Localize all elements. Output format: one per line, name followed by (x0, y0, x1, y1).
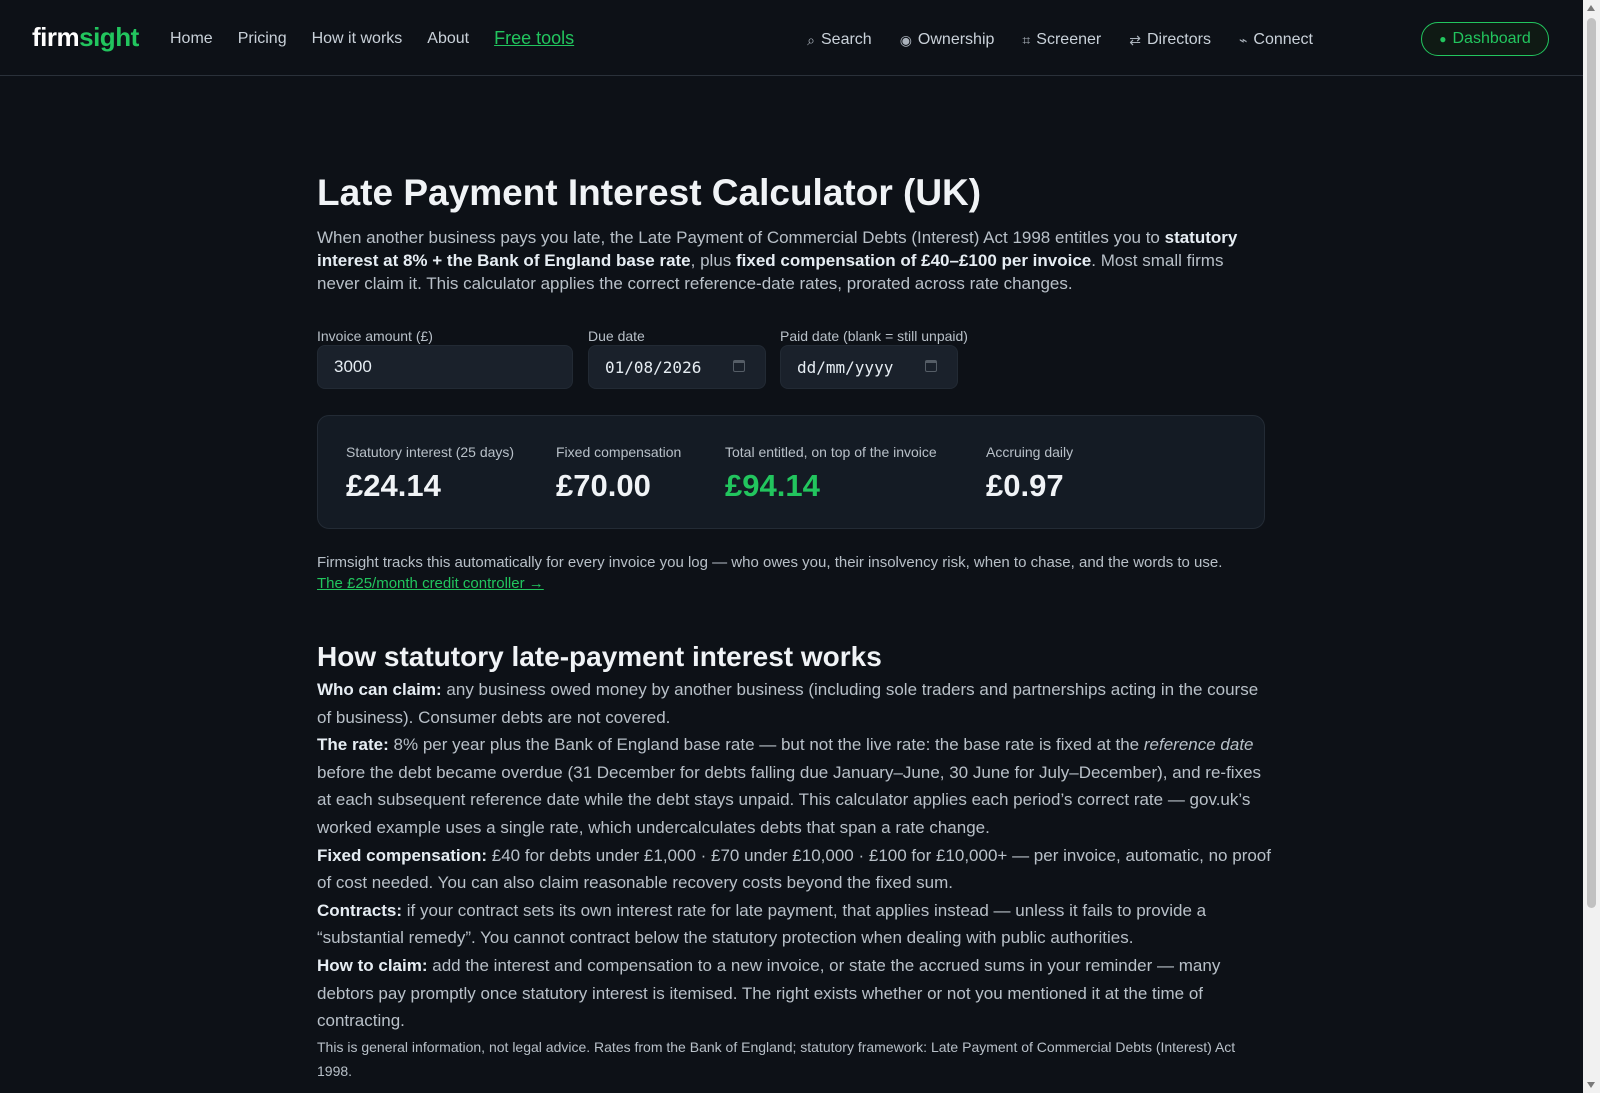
directors-icon: ⇄ (1129, 31, 1141, 48)
due-date-label: Due date (588, 328, 645, 344)
logo[interactable]: firmsight (32, 22, 139, 53)
statutory-interest-stat: Statutory interest (25 days) £24.14 (346, 444, 515, 503)
nav-search[interactable]: ⌕ Search (807, 31, 872, 49)
screener-icon: ⌗ (1022, 31, 1031, 48)
top-nav: firmsight Home Pricing How it works Abou… (0, 0, 1583, 76)
results-panel: Statutory interest (25 days) £24.14 Fixe… (317, 415, 1265, 529)
the-rate: The rate: 8% per year plus the Bank of E… (317, 735, 1262, 837)
scroll-down-arrow-icon[interactable] (1587, 1082, 1595, 1088)
search-icon: ⌕ (807, 31, 815, 48)
accruing-daily-stat: Accruing daily £0.97 (986, 444, 1074, 503)
page-title: Late Payment Interest Calculator (UK) (317, 172, 982, 213)
who-can-claim: Who can claim: any business owed money b… (317, 680, 1259, 727)
scrollbar-thumb[interactable] (1587, 18, 1596, 908)
promo-text: Firmsight tracks this automatically for … (317, 554, 1223, 592)
nav-link-free-tools[interactable]: Free tools (494, 28, 574, 49)
disclaimer: This is general information, not legal a… (317, 1038, 1236, 1079)
nav-link-how-it-works[interactable]: How it works (312, 30, 403, 51)
how-to-claim: How to claim: add the interest and compe… (317, 955, 1221, 1031)
nav-link-about[interactable]: About (427, 30, 469, 51)
credit-controller-link[interactable]: The £25/month credit controller → (317, 575, 544, 592)
scrollbar[interactable] (1583, 0, 1600, 1093)
total-entitled-stat: Total entitled, on top of the invoice £9… (725, 444, 937, 503)
how-it-works-body: Who can claim: any business owed money b… (317, 676, 1272, 1083)
dashboard-button[interactable]: ● Dashboard (1421, 22, 1549, 56)
section-heading: How statutory late-payment interest work… (317, 641, 882, 672)
nav-link-home[interactable]: Home (170, 30, 213, 51)
invoice-amount-input[interactable]: 3000 (317, 345, 573, 389)
paid-date-input[interactable]: dd/mm/yyyy (780, 345, 958, 389)
connect-icon: ⌁ (1238, 31, 1248, 48)
nav-screener[interactable]: ⌗ Screener (1022, 31, 1101, 49)
nav-ownership[interactable]: ◉ Ownership (900, 31, 995, 49)
invoice-amount-label: Invoice amount (£) (317, 328, 433, 344)
nav-links: Home Pricing How it works About Free too… (170, 28, 599, 51)
eye-icon: ● (1439, 32, 1447, 46)
contracts: Contracts: if your contract sets its own… (317, 900, 1207, 948)
calendar-icon[interactable] (925, 360, 937, 372)
scroll-up-arrow-icon[interactable] (1587, 5, 1595, 11)
intro-text: When another business pays you late, the… (317, 228, 1238, 293)
nav-directors[interactable]: ⇄ Directors (1129, 31, 1211, 49)
ownership-icon: ◉ (899, 31, 912, 48)
fixed-compensation: Fixed compensation: £40 for debts under … (317, 845, 1271, 893)
nav-link-pricing[interactable]: Pricing (238, 30, 287, 51)
due-date-input[interactable]: 01/08/2026 (588, 345, 766, 389)
nav-connect[interactable]: ⌁ Connect (1239, 31, 1313, 49)
nav-right: ⌕ Search ◉ Ownership ⌗ Screener ⇄ Directors … (779, 31, 1313, 49)
calendar-icon[interactable] (733, 360, 745, 372)
paid-date-label: Paid date (blank = still unpaid) (780, 328, 968, 344)
fixed-compensation-stat: Fixed compensation £70.00 (556, 444, 682, 503)
